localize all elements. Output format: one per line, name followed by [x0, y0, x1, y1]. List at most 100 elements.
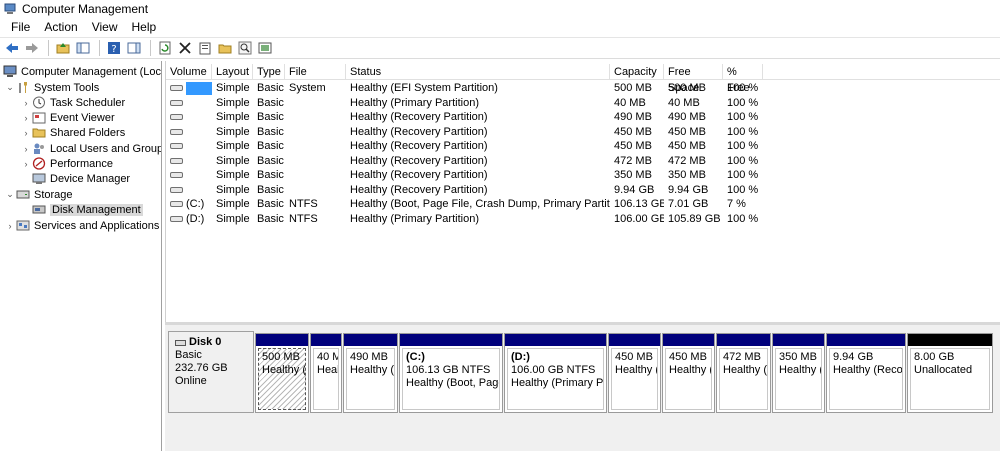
tree-item-computer-management[interactable]: Computer Management (Local: [3, 64, 161, 79]
table-row[interactable]: Simple Basic Healthy (Recovery Partition…: [166, 154, 1000, 169]
chevron-right-icon[interactable]: ›: [20, 159, 32, 169]
partition-block[interactable]: 350 MB Healthy (: [772, 333, 825, 413]
partition-status: Healthy (Primary Pa: [511, 377, 604, 389]
search-icon[interactable]: [236, 39, 254, 57]
selected-volume-highlight: [186, 81, 212, 95]
partition-body: 8.00 GB Unallocated: [910, 348, 990, 410]
tree-label: Disk Management: [50, 203, 143, 216]
partition-size: 350 MB: [779, 351, 817, 363]
volume-cell: [166, 155, 212, 167]
unallocated-block[interactable]: 8.00 GB Unallocated: [907, 333, 993, 413]
open-icon[interactable]: [216, 39, 234, 57]
pct-cell: 100 %: [727, 96, 759, 109]
forward-icon[interactable]: [23, 39, 41, 57]
table-row[interactable]: Simple Basic Healthy (Recovery Partition…: [166, 183, 1000, 198]
column-header-status[interactable]: Status: [346, 64, 610, 79]
volume-cell: [166, 184, 212, 196]
volume-icon: [170, 186, 183, 193]
table-row[interactable]: Simple Basic Healthy (Recovery Partition…: [166, 168, 1000, 183]
partition-block[interactable]: 40 M Heal: [310, 333, 342, 413]
tree-item-disk-management[interactable]: Disk Management: [32, 202, 143, 217]
storage-icon: [16, 190, 30, 199]
chevron-right-icon[interactable]: ›: [20, 98, 32, 108]
capacity-cell: 9.94 GB: [614, 183, 655, 196]
partition-block[interactable]: 500 MB Healthy (: [255, 333, 309, 413]
tree-item-device-manager[interactable]: Device Manager: [32, 171, 130, 186]
free-cell: 490 MB: [668, 111, 706, 124]
partition-size: 500 MB: [262, 351, 300, 363]
table-row[interactable]: Simple Basic Healthy (Recovery Partition…: [166, 110, 1000, 125]
pct-cell: 100 %: [727, 140, 759, 153]
table-row[interactable]: Simple Basic Healthy (Recovery Partition…: [166, 139, 1000, 154]
chevron-right-icon[interactable]: ›: [20, 128, 32, 138]
fs-cell: NTFS: [289, 212, 318, 225]
column-header-file-system[interactable]: File System: [285, 64, 346, 94]
delete-icon[interactable]: [176, 39, 194, 57]
tree-item-task-scheduler[interactable]: › Task Scheduler: [20, 95, 125, 110]
partition-size: 8.00 GB: [914, 351, 955, 363]
volume-icon: [170, 99, 183, 106]
disk-info-panel[interactable]: Disk 0 Basic 232.76 GB Online: [168, 331, 254, 413]
chevron-right-icon[interactable]: ›: [20, 144, 32, 154]
chevron-down-icon[interactable]: ⌄: [4, 189, 16, 200]
properties-icon[interactable]: [196, 39, 214, 57]
type-cell: Basic: [257, 198, 284, 211]
menu-file[interactable]: File: [4, 20, 37, 34]
status-cell: Healthy (Recovery Partition): [350, 169, 488, 182]
table-row[interactable]: (D:) Simple Basic NTFS Healthy (Primary …: [166, 212, 1000, 227]
partition-block[interactable]: 450 MB Healthy (: [662, 333, 715, 413]
disk-icon: [175, 339, 186, 346]
tree-item-services[interactable]: › Services and Applications: [4, 218, 160, 233]
tree-label: Services and Applications: [34, 219, 160, 232]
tree-item-event-viewer[interactable]: › Event Viewer: [20, 110, 115, 125]
help-icon[interactable]: ?: [105, 39, 123, 57]
show-hide-action-pane-icon[interactable]: [125, 39, 143, 57]
partition-bar: [311, 334, 341, 346]
partition-block[interactable]: 472 MB Healthy (: [716, 333, 771, 413]
tree-item-shared-folders[interactable]: › Shared Folders: [20, 125, 126, 140]
volume-icon: [170, 201, 183, 208]
computer-icon: [3, 65, 17, 77]
layout-cell: Simple: [216, 183, 250, 196]
partition-block-c[interactable]: (C:) 106.13 GB NTFS Healthy (Boot, Page: [399, 333, 503, 413]
column-header-volume[interactable]: Volume: [166, 64, 212, 79]
chevron-right-icon[interactable]: ›: [4, 221, 16, 231]
table-row[interactable]: Simple Basic Healthy (Primary Partition)…: [166, 96, 1000, 111]
tree-item-local-users[interactable]: › Local Users and Groups: [20, 141, 162, 156]
partition-bar: [400, 334, 502, 346]
volume-cell: [166, 169, 212, 181]
tree-item-storage[interactable]: ⌄ Storage: [4, 187, 72, 202]
column-header-free-space[interactable]: Free Space: [664, 64, 723, 94]
chevron-right-icon[interactable]: ›: [20, 113, 32, 123]
partition-block[interactable]: 450 MB Healthy (: [608, 333, 661, 413]
menu-action[interactable]: Action: [37, 20, 84, 34]
table-row[interactable]: (C:) Simple Basic NTFS Healthy (Boot, Pa…: [166, 197, 1000, 212]
partition-block[interactable]: 9.94 GB Healthy (Recov: [826, 333, 906, 413]
tree-label: Device Manager: [50, 172, 131, 185]
partition-body: (C:) 106.13 GB NTFS Healthy (Boot, Page: [402, 348, 500, 410]
show-hide-tree-icon[interactable]: [74, 39, 92, 57]
menu-view[interactable]: View: [85, 20, 125, 34]
refresh-icon[interactable]: [156, 39, 174, 57]
disk-graphical-view: Disk 0 Basic 232.76 GB Online 500 MB Hea…: [165, 325, 1000, 451]
column-header-type[interactable]: Type: [253, 64, 285, 79]
partition-body: 450 MB Healthy (: [665, 348, 712, 410]
menu-help[interactable]: Help: [125, 20, 164, 34]
partition-bar: [773, 334, 824, 346]
up-folder-icon[interactable]: [54, 39, 72, 57]
partition-status: Healthy (: [669, 364, 712, 376]
column-header-layout[interactable]: Layout: [212, 64, 253, 79]
back-icon[interactable]: [3, 39, 21, 57]
chevron-down-icon[interactable]: ⌄: [4, 82, 16, 93]
column-header-capacity[interactable]: Capacity: [610, 64, 664, 79]
tree-item-system-tools[interactable]: ⌄ System Tools: [4, 80, 99, 95]
users-icon: [34, 143, 44, 154]
list-header: Volume Layout Type File System Status Ca…: [166, 64, 1000, 94]
column-header-percent-free[interactable]: % Free: [723, 64, 763, 94]
partition-block[interactable]: 490 MB Healthy (: [343, 333, 398, 413]
table-row[interactable]: Simple Basic Healthy (Recovery Partition…: [166, 125, 1000, 140]
export-icon[interactable]: [256, 39, 274, 57]
partition-block-d[interactable]: (D:) 106.00 GB NTFS Healthy (Primary Pa: [504, 333, 607, 413]
table-row[interactable]: Simple Basic Healthy (EFI System Partiti…: [166, 81, 1000, 96]
tree-item-performance[interactable]: › Performance: [20, 156, 113, 171]
